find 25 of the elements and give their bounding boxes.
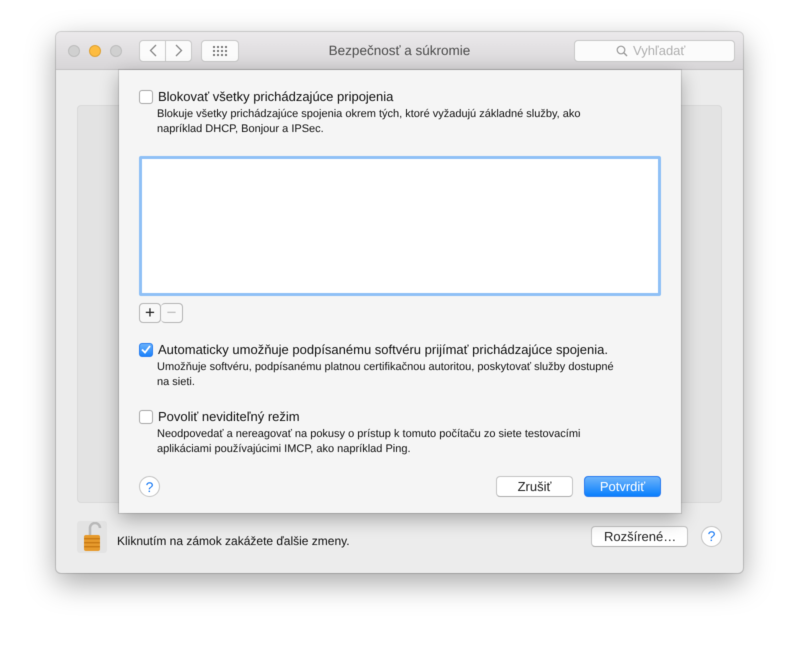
- option-description: Neodpovedať a nereagovať na pokusy o prístup k tomuto počítaču zo siete testovacími aplikáciami používajúcimi IMCP, ako napríklad Ping.: [157, 427, 582, 457]
- option-description: Umožňuje softvéru, podpísanému platnou certifikačnou autoritou, poskytovať služby dostupné na sieti.: [157, 360, 615, 390]
- list-box[interactable]: [139, 156, 661, 296]
- open-padlock-icon: [81, 522, 103, 552]
- checkbox-label[interactable]: Automaticky umožňuje podpísanému softvéru prijímať prichádzajúce spojenia.: [158, 342, 608, 357]
- show-all-button[interactable]: [201, 40, 239, 62]
- checkbox-label[interactable]: Povoliť neviditeľný režim: [158, 409, 300, 424]
- checkbox[interactable]: [139, 90, 153, 104]
- advanced-button[interactable]: Rozšírené…: [591, 526, 688, 546]
- minimize-button[interactable]: [89, 44, 101, 56]
- checkbox[interactable]: [139, 410, 153, 424]
- search-field[interactable]: Vyhľadať: [574, 40, 735, 62]
- grid-icon: [213, 46, 227, 56]
- checkbox[interactable]: [139, 342, 153, 356]
- add-button[interactable]: +: [139, 303, 161, 323]
- chevron-right-icon: [174, 44, 182, 57]
- lock-button[interactable]: [77, 521, 107, 553]
- checkbox-label[interactable]: Blokovať všetky prichádzajúce pripojenia: [158, 89, 394, 104]
- chevron-left-icon: [148, 44, 156, 57]
- help-button[interactable]: ?: [139, 476, 160, 497]
- help-button[interactable]: ?: [701, 526, 722, 546]
- cancel-button[interactable]: Zrušiť: [496, 476, 573, 497]
- option-description: Blokuje všetky prichádzajúce spojenia okrem tých, ktoré vyžadujú základné služby, ako napríklad DHCP, Bonjour a IPSec.: [157, 107, 582, 137]
- window-title: Bezpečnosť a súkromie: [328, 43, 470, 58]
- lock-hint: Kliknutím na zámok zakážete ďalšie zmeny.: [117, 534, 350, 548]
